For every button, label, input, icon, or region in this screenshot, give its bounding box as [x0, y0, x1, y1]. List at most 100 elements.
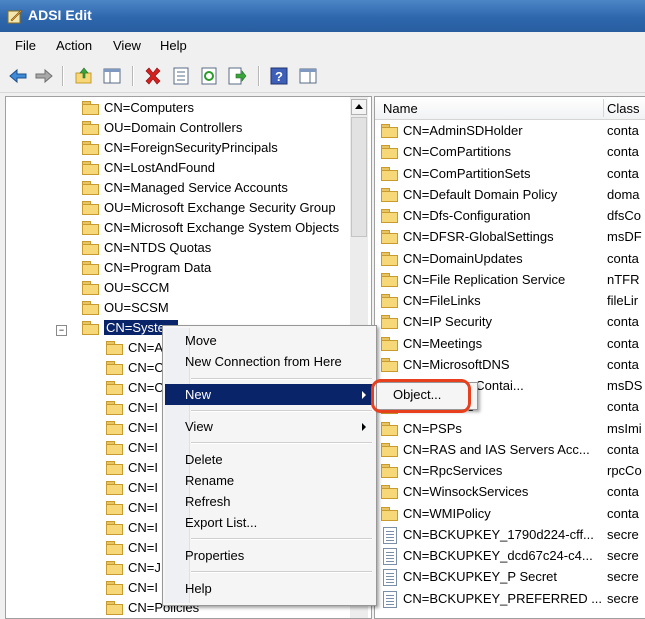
folder-icon [82, 201, 99, 215]
tree-item[interactable]: CN=I [106, 518, 158, 538]
column-header-name[interactable]: Name [383, 101, 418, 116]
list-item-class: conta [607, 166, 639, 181]
list-item[interactable]: CN=Meetings conta [379, 333, 645, 354]
tree-item[interactable]: CN=C [106, 358, 164, 378]
menu-item-refresh[interactable]: Refresh [165, 491, 374, 512]
tree-item[interactable]: CN=A [106, 338, 163, 358]
list-item-name: CN=IP Security [403, 314, 492, 329]
tree-item[interactable]: CN=Managed Service Accounts [82, 178, 288, 198]
list-item[interactable]: CN=BCKUPKEY_1790d224-cff... secre [379, 524, 645, 545]
list-item[interactable]: CN=DFSR-GlobalSettings msDF [379, 226, 645, 247]
list-item[interactable]: CN=BCKUPKEY_dcd67c24-c4... secre [379, 545, 645, 566]
highlight-callout [371, 379, 471, 413]
toolbar: ? [0, 60, 645, 93]
delete-icon[interactable] [143, 66, 163, 86]
list-item[interactable]: CN=DomainUpdates conta [379, 248, 645, 269]
list-item[interactable]: CN=BCKUPKEY_P Secret secre [379, 566, 645, 587]
folder-icon [106, 521, 123, 535]
tree-item[interactable]: CN=C [106, 378, 164, 398]
tree-item[interactable]: CN=LostAndFound [82, 158, 215, 178]
menu-help[interactable]: Help [160, 38, 187, 53]
tree-item[interactable]: CN=I [106, 538, 158, 558]
menu-item-delete[interactable]: Delete [165, 449, 374, 470]
toolbar-separator [62, 66, 64, 86]
column-divider[interactable] [603, 99, 604, 117]
tree-item[interactable]: OU=Domain Controllers [82, 118, 242, 138]
list-item[interactable]: CN=WinsockServices conta [379, 481, 645, 502]
menu-separator [191, 410, 372, 412]
menu-item-help[interactable]: Help [165, 578, 374, 599]
folder-icon [381, 507, 398, 521]
folder-icon [381, 145, 398, 159]
list-item-class: conta [607, 399, 639, 414]
tree-item[interactable]: CN=I [106, 498, 158, 518]
menu-item-view[interactable]: View [165, 416, 374, 437]
list-item[interactable]: CN=IP Security conta [379, 311, 645, 332]
folder-icon [106, 401, 123, 415]
column-header-class[interactable]: Class [607, 101, 640, 116]
list-item[interactable]: CN=Default Domain Policy doma [379, 184, 645, 205]
list-item[interactable]: CN=PSPs msImi [379, 418, 645, 439]
list-item[interactable]: CN=FileLinks fileLir [379, 290, 645, 311]
folder-icon [106, 601, 123, 615]
tree-item[interactable]: CN=I [106, 478, 158, 498]
list-item[interactable]: CN=ComPartitions conta [379, 141, 645, 162]
menu-item-new[interactable]: New [165, 384, 374, 405]
list-item-name: CN=WinsockServices [403, 484, 529, 499]
folder-icon [381, 188, 398, 202]
up-folder-icon[interactable] [74, 66, 94, 86]
details-pane[interactable]: Name Class CN=AdminSDHolder conta CN=ComPa… [374, 96, 645, 619]
list-item[interactable]: CN=RAS and IAS Servers Acc... conta [379, 439, 645, 460]
list-item[interactable]: CN=Dfs-Configuration dfsCo [379, 205, 645, 226]
folder-icon [106, 441, 123, 455]
folder-icon [82, 161, 99, 175]
list-item-name: CN=DFSR-GlobalSettings [403, 229, 554, 244]
folder-icon [106, 501, 123, 515]
menu-item-rename[interactable]: Rename [165, 470, 374, 491]
list-item[interactable]: CN=File Replication Service nTFR [379, 269, 645, 290]
folder-icon [106, 361, 123, 375]
list-item-name: CN=ComPartitionSets [403, 166, 531, 181]
export-icon[interactable] [227, 66, 247, 86]
menu-item-export-list[interactable]: Export List... [165, 512, 374, 533]
tree-item[interactable]: OU=SCCM [82, 278, 169, 298]
properties-icon[interactable] [171, 66, 191, 86]
tree-item[interactable]: CN=Computers [82, 98, 194, 118]
tree-item[interactable]: CN=I [106, 458, 158, 478]
help-icon[interactable]: ? [269, 66, 289, 86]
scroll-up-arrow-icon[interactable] [351, 99, 367, 115]
menu-file[interactable]: File [15, 38, 36, 53]
tree-item[interactable]: OU=Microsoft Exchange Security Group [82, 198, 336, 218]
console-tree-icon[interactable] [298, 66, 318, 86]
tree-item[interactable]: CN=I [106, 398, 158, 418]
list-item[interactable]: CN=WMIPolicy conta [379, 503, 645, 524]
menu-action[interactable]: Action [56, 38, 92, 53]
menu-item-properties[interactable]: Properties [165, 545, 374, 566]
list-item[interactable]: CN=RpcServices rpcCo [379, 460, 645, 481]
collapse-toggle[interactable]: − [56, 325, 67, 336]
folder-icon [381, 358, 398, 372]
scroll-thumb[interactable] [351, 117, 367, 237]
tree-item[interactable]: CN=I [106, 418, 158, 438]
tree-item[interactable]: CN=I [106, 438, 158, 458]
menu-view[interactable]: View [113, 38, 141, 53]
tree-item[interactable]: CN=J [106, 558, 161, 578]
back-arrow-icon[interactable] [8, 66, 28, 86]
forward-arrow-icon[interactable] [34, 66, 54, 86]
folder-icon [82, 101, 99, 115]
tree-item[interactable]: CN=NTDS Quotas [82, 238, 211, 258]
tree-item[interactable]: CN=Microsoft Exchange System Objects [82, 218, 339, 238]
list-item[interactable]: CN=MicrosoftDNS conta [379, 354, 645, 375]
list-item[interactable]: CN=AdminSDHolder conta [379, 120, 645, 141]
list-item-class: conta [607, 506, 639, 521]
tree-item[interactable]: CN=I [106, 578, 158, 598]
menu-item-new-connection[interactable]: New Connection from Here [165, 351, 374, 372]
tree-item[interactable]: CN=ForeignSecurityPrincipals [82, 138, 278, 158]
list-item[interactable]: CN=BCKUPKEY_PREFERRED ... secre [379, 588, 645, 609]
refresh-icon[interactable] [199, 66, 219, 86]
menu-item-move[interactable]: Move [165, 330, 374, 351]
list-item[interactable]: CN=ComPartitionSets conta [379, 163, 645, 184]
tree-item[interactable]: CN=Program Data [82, 258, 211, 278]
show-hide-tree-icon[interactable] [102, 66, 122, 86]
tree-item[interactable]: OU=SCSM [82, 298, 169, 318]
